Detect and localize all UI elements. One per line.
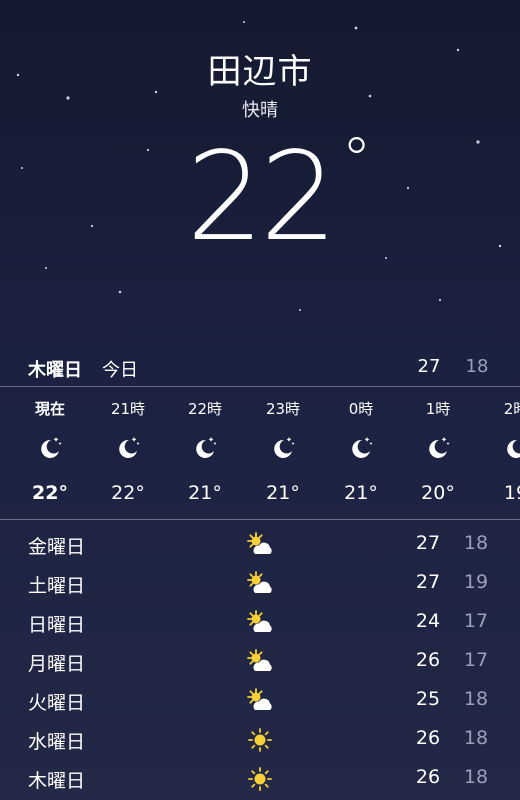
moon-stars-icon <box>41 437 62 458</box>
daily-row: 金曜日 27 18 <box>0 524 520 562</box>
degree-symbol: ° <box>341 125 372 195</box>
today-label: 今日 <box>102 360 138 381</box>
moon-stars-icon <box>352 437 373 458</box>
daily-low-temp: 18 <box>463 766 489 788</box>
sun-cloud-icon <box>247 688 272 710</box>
current-temperature: 22 ° <box>0 125 520 262</box>
daily-high-temp: 26 <box>415 766 441 788</box>
sun-cloud-icon <box>247 571 272 593</box>
daily-low-temp: 17 <box>463 649 489 671</box>
moon-stars-icon <box>119 437 140 458</box>
hourly-time: 22時 <box>187 400 223 418</box>
daily-day-name: 水曜日 <box>28 731 86 753</box>
daily-row: 木曜日 26 18 <box>0 758 520 796</box>
daily-low-temp: 18 <box>463 688 489 710</box>
daily-day-name: 月曜日 <box>28 653 86 675</box>
hourly-time: 1時 <box>425 400 451 418</box>
moon-stars-icon <box>274 437 295 458</box>
hourly-temp: 22° <box>111 482 145 504</box>
daily-high-temp: 27 <box>415 571 441 593</box>
hourly-item: 1時 20° <box>408 386 468 518</box>
sun-cloud-icon <box>247 610 272 632</box>
daily-row: 火曜日 25 18 <box>0 680 520 718</box>
sun-cloud-icon <box>247 649 272 671</box>
today-low-temp: 18 <box>465 356 489 377</box>
daily-high-temp: 27 <box>415 532 441 554</box>
hourly-item: 0時 21° <box>331 386 391 518</box>
daily-low-temp: 18 <box>463 727 489 749</box>
hourly-temp: 19 <box>503 482 520 504</box>
hourly-time: 23時 <box>265 400 301 418</box>
hourly-time: 0時 <box>348 400 374 418</box>
moon-stars-icon <box>429 437 450 458</box>
hourly-item: 23時 21° <box>253 386 313 518</box>
daily-low-temp: 19 <box>463 571 489 593</box>
hourly-time: 21時 <box>110 400 146 418</box>
moon-stars-icon <box>196 437 217 458</box>
sun-cloud-icon <box>247 532 272 554</box>
hourly-temp: 21° <box>188 482 222 504</box>
daily-row: 水曜日 26 18 <box>0 719 520 757</box>
daily-low-temp: 17 <box>463 610 489 632</box>
hourly-time: 現在 <box>34 400 65 418</box>
daily-high-temp: 26 <box>415 649 441 671</box>
today-day-name: 木曜日 <box>28 360 82 381</box>
daily-low-temp: 18 <box>463 532 489 554</box>
daily-high-temp: 25 <box>415 688 441 710</box>
today-summary-row: 木曜日 今日 27 18 <box>0 352 520 384</box>
sun-icon <box>248 728 272 752</box>
sun-icon <box>248 767 272 791</box>
hourly-temp: 20° <box>421 482 455 504</box>
daily-high-temp: 24 <box>415 610 441 632</box>
daily-high-temp: 26 <box>415 727 441 749</box>
daily-day-name: 火曜日 <box>28 692 86 714</box>
temperature-value: 22 <box>186 126 337 268</box>
hourly-forecast-strip[interactable]: 現在 22° 21時 22° 22時 21° 23時 21° 0時 21° 1時… <box>0 386 520 518</box>
hourly-temp: 21° <box>266 482 300 504</box>
divider-bottom <box>0 519 520 520</box>
today-high-temp: 27 <box>417 356 441 377</box>
hourly-item: 21時 22° <box>98 386 158 518</box>
hourly-item: 2時 19 <box>486 386 520 518</box>
weather-condition: 快晴 <box>242 100 278 121</box>
hourly-item: 現在 22° <box>20 386 80 518</box>
daily-day-name: 木曜日 <box>28 770 86 792</box>
daily-day-name: 金曜日 <box>28 536 86 558</box>
daily-row: 土曜日 27 19 <box>0 563 520 601</box>
city-name: 田辺市 <box>207 52 313 92</box>
hourly-temp: 21° <box>344 482 378 504</box>
daily-row: 日曜日 24 17 <box>0 602 520 640</box>
daily-row: 月曜日 26 17 <box>0 641 520 679</box>
hourly-time: 2時 <box>503 400 520 418</box>
hourly-item: 22時 21° <box>175 386 235 518</box>
hourly-temp: 22° <box>32 482 68 504</box>
moon-stars-icon <box>507 439 520 458</box>
daily-day-name: 日曜日 <box>28 614 86 636</box>
daily-day-name: 土曜日 <box>28 575 86 597</box>
